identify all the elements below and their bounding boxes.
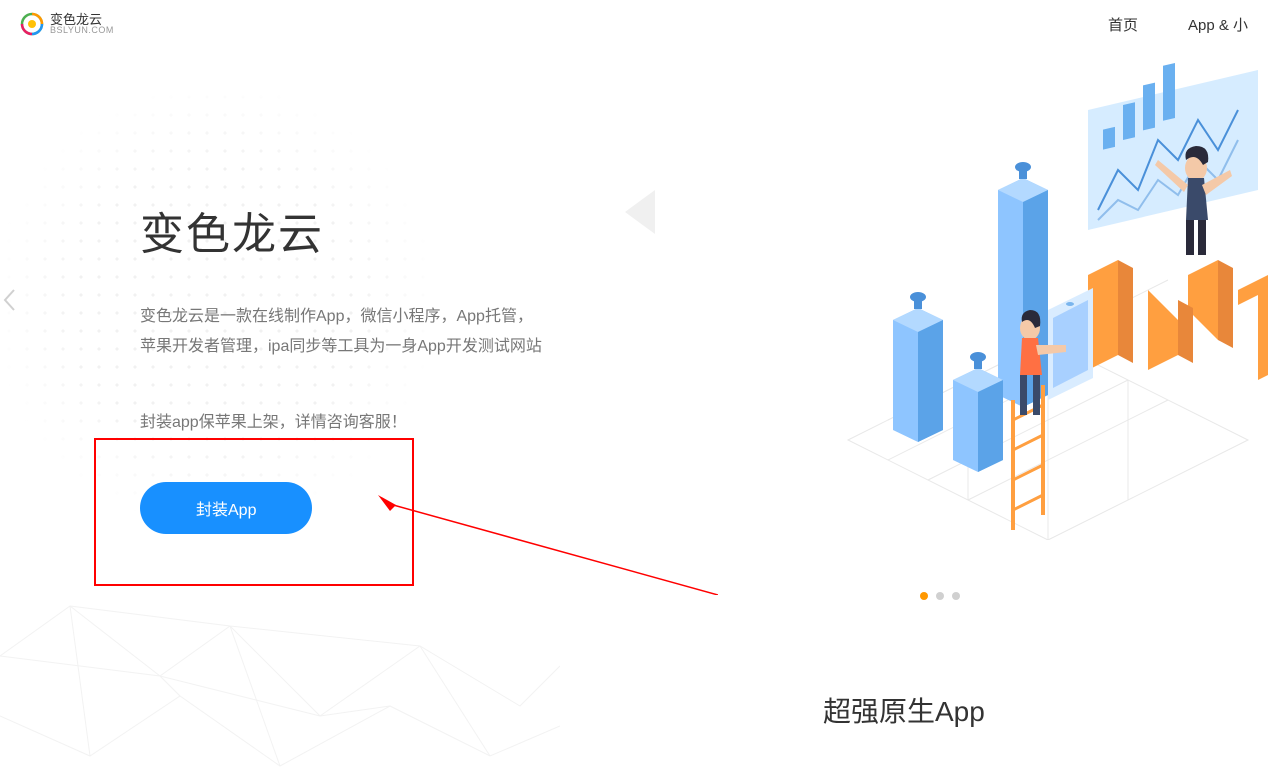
package-app-button[interactable]: 封装App — [140, 482, 312, 534]
header: 变色龙云 BSLYUN.COM 首页 App & 小 — [0, 0, 1268, 48]
carousel-dots — [920, 592, 960, 600]
section-title: 超强原生App — [823, 690, 985, 730]
geometric-background — [0, 576, 560, 776]
main-navigation: 首页 App & 小 — [1108, 14, 1248, 35]
carousel-dot-1[interactable] — [920, 592, 928, 600]
hero-illustration — [798, 60, 1268, 540]
carousel-dot-3[interactable] — [952, 592, 960, 600]
nav-home[interactable]: 首页 — [1108, 14, 1138, 35]
chameleon-logo-icon — [20, 12, 44, 36]
nav-app[interactable]: App & 小 — [1188, 14, 1248, 35]
carousel-dot-2[interactable] — [936, 592, 944, 600]
logo-subtitle: BSLYUN.COM — [50, 26, 114, 35]
logo[interactable]: 变色龙云 BSLYUN.COM — [20, 12, 114, 36]
